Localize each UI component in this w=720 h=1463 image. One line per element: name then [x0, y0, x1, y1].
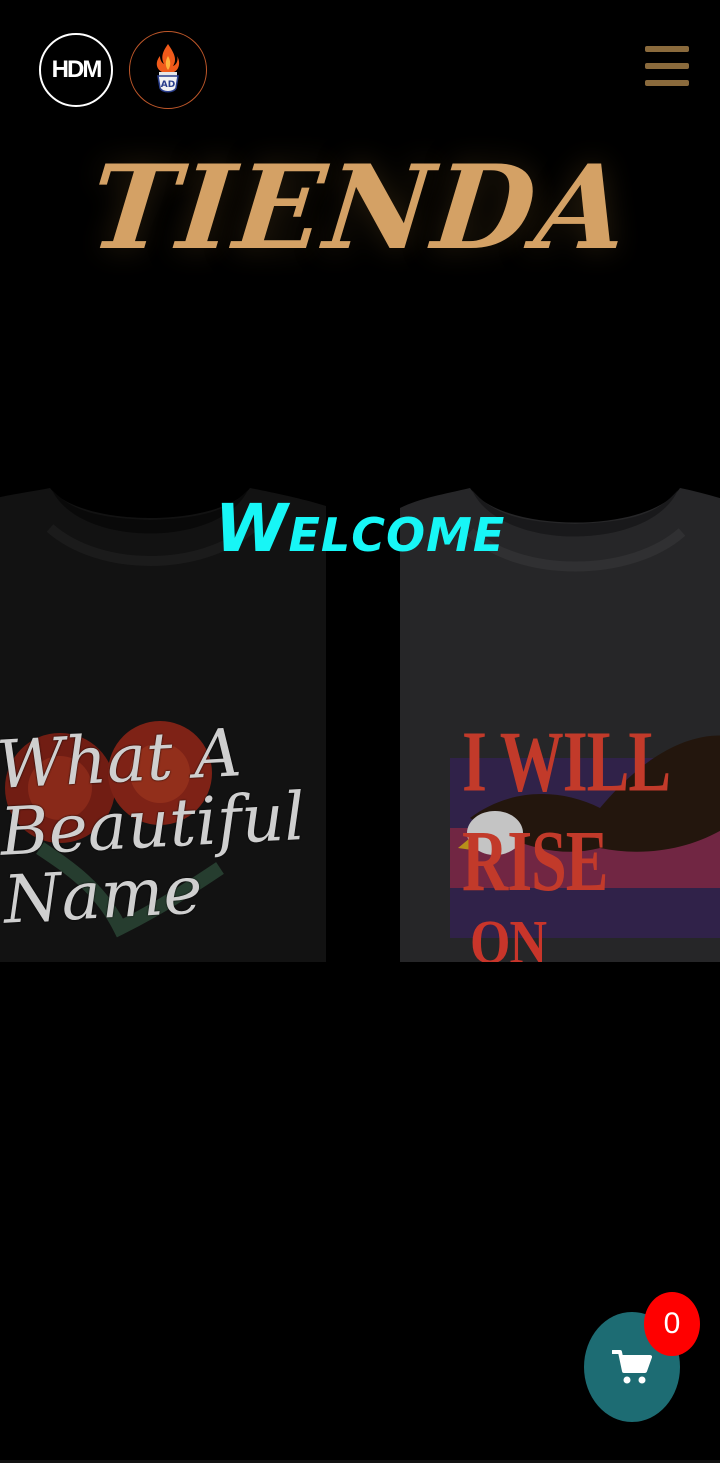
welcome-heading: Welcome: [214, 490, 506, 567]
page-title: TIENDA: [84, 140, 636, 276]
svg-text:AD: AD: [161, 80, 175, 90]
right-shirt-print-text-top: I WILL RISE: [462, 713, 668, 910]
hamburger-menu-button[interactable]: [645, 46, 689, 86]
shopping-cart-icon: [612, 1350, 652, 1384]
left-shirt-print-text: What A Beautiful Name: [0, 714, 307, 939]
hdm-logo-text: HDM: [51, 56, 103, 83]
cart-count-badge: 0: [644, 1292, 700, 1356]
menu-bar: [645, 46, 689, 52]
menu-bar: [645, 63, 689, 69]
torch-icon: AD: [156, 44, 180, 93]
site-header: HDM AD: [0, 0, 720, 140]
ad-torch-logo[interactable]: AD: [129, 31, 207, 109]
hdm-logo[interactable]: HDM: [39, 33, 113, 107]
menu-bar: [645, 80, 689, 86]
